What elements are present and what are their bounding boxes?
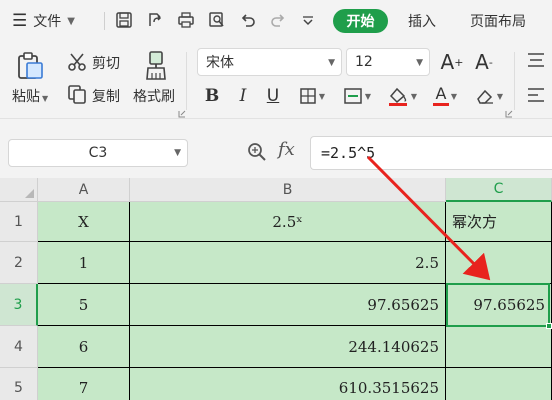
column-header-b[interactable]: B [130,178,446,202]
chevron-down-icon: ▼ [42,94,49,103]
cell-c2[interactable] [446,242,552,284]
chevron-down-icon: ▼ [328,58,335,68]
cell-a5[interactable]: 7 [38,368,130,400]
align-left-icon[interactable] [524,84,548,106]
hamburger-icon: ☰ [12,10,28,31]
chevron-down-icon: ▼ [318,91,326,101]
menu-bar: ☰ 文件 ▼ 开始 插入 页面布局 [0,0,552,40]
cell-a1[interactable]: X [38,202,130,242]
dialog-launcher-icon[interactable] [178,110,186,118]
chevron-down-icon: ▼ [410,91,418,101]
italic-icon[interactable]: I [232,85,254,107]
row-header-5[interactable]: 5 [0,368,38,400]
formula-bar: C3 ▼ fx =2.5^5 [0,118,552,178]
bold-icon[interactable]: B [201,85,223,107]
file-menu-label: 文件 [33,14,62,30]
align-top-icon[interactable] [524,50,548,72]
font-size-value: 12 [355,54,373,70]
cell-c4[interactable] [446,326,552,368]
cell-b3[interactable]: 97.65625 [130,284,446,326]
chevron-down-icon: ▼ [174,148,181,158]
paste-label[interactable]: 粘贴 ▼ [12,86,48,106]
fill-color-icon[interactable]: ▼ [383,85,421,107]
format-painter-icon[interactable] [141,50,171,82]
copy-icon[interactable] [66,83,88,105]
copy-button[interactable]: 复制 [92,86,120,106]
row-header-4[interactable]: 4 [0,326,38,368]
font-name-select[interactable]: 宋体 ▼ [197,48,342,76]
name-box-value: C3 [88,145,108,161]
cell-b5[interactable]: 610.3515625 [130,368,446,400]
select-all-corner[interactable] [0,178,38,202]
tab-page-layout[interactable]: 页面布局 [470,11,526,31]
cell-b4[interactable]: 244.140625 [130,326,446,368]
cell-b2[interactable]: 2.5 [130,242,446,284]
divider [186,52,187,110]
paste-icon[interactable] [14,50,46,82]
underline-icon[interactable]: U [262,85,284,107]
divider [514,52,515,110]
merge-icon[interactable]: ▼ [339,85,375,107]
tab-insert[interactable]: 插入 [408,11,436,31]
cell-a4[interactable]: 6 [38,326,130,368]
fill-handle[interactable] [546,323,552,329]
zoom-search-icon[interactable] [246,141,268,163]
undo-icon[interactable] [238,10,258,30]
chevron-down-icon: ▼ [496,91,504,101]
chevron-down-icon: ▼ [416,58,423,68]
active-cell-selection [446,283,552,329]
chevron-down-icon: ▼ [67,15,75,27]
borders-icon[interactable]: ▼ [294,85,330,107]
formula-input[interactable]: =2.5^5 [310,136,552,170]
save-icon[interactable] [114,10,134,30]
format-painter-button[interactable]: 格式刷 [133,86,175,106]
cell-a2[interactable]: 1 [38,242,130,284]
print-preview-icon[interactable] [207,10,227,30]
name-box[interactable]: C3 ▼ [8,139,188,167]
fx-icon[interactable]: fx [278,139,295,160]
cell-b1[interactable]: 2.5ˣ [130,202,446,242]
font-name-value: 宋体 [206,55,234,71]
cut-button[interactable]: 剪切 [92,53,120,73]
column-header-a[interactable]: A [38,178,130,202]
cell-c5[interactable] [446,368,552,400]
row-header-2[interactable]: 2 [0,242,38,284]
increase-font-icon[interactable]: A + [440,50,464,74]
tab-start[interactable]: 开始 [333,9,388,33]
font-size-select[interactable]: 12 ▼ [346,48,430,76]
redo-icon[interactable] [268,10,288,30]
chevron-down-icon: ▼ [364,91,372,101]
file-menu[interactable]: ☰ 文件 ▼ [12,10,75,32]
chevron-down-icon: ▼ [450,91,458,101]
row-header-3[interactable]: 3 [0,284,38,326]
divider [104,12,105,30]
cell-c1[interactable]: 幂次方 [446,202,552,242]
dialog-launcher-icon[interactable] [505,110,513,118]
customize-toolbar-icon[interactable] [298,10,318,30]
print-icon[interactable] [176,10,196,30]
spreadsheet-grid: A B C 1 2 3 4 5 X 2.5ˣ 幂次方 1 2.5 5 97.65… [0,178,552,400]
font-color-icon[interactable]: A ▼ [428,85,462,107]
paste-text: 粘贴 [12,89,40,105]
row-header-1[interactable]: 1 [0,202,38,242]
scissors-icon[interactable] [66,51,88,73]
export-icon[interactable] [145,10,165,30]
cell-a3[interactable]: 5 [38,284,130,326]
clear-format-icon[interactable]: ▼ [470,85,508,107]
decrease-font-icon[interactable]: A- [472,50,496,74]
column-header-c[interactable]: C [446,178,552,202]
